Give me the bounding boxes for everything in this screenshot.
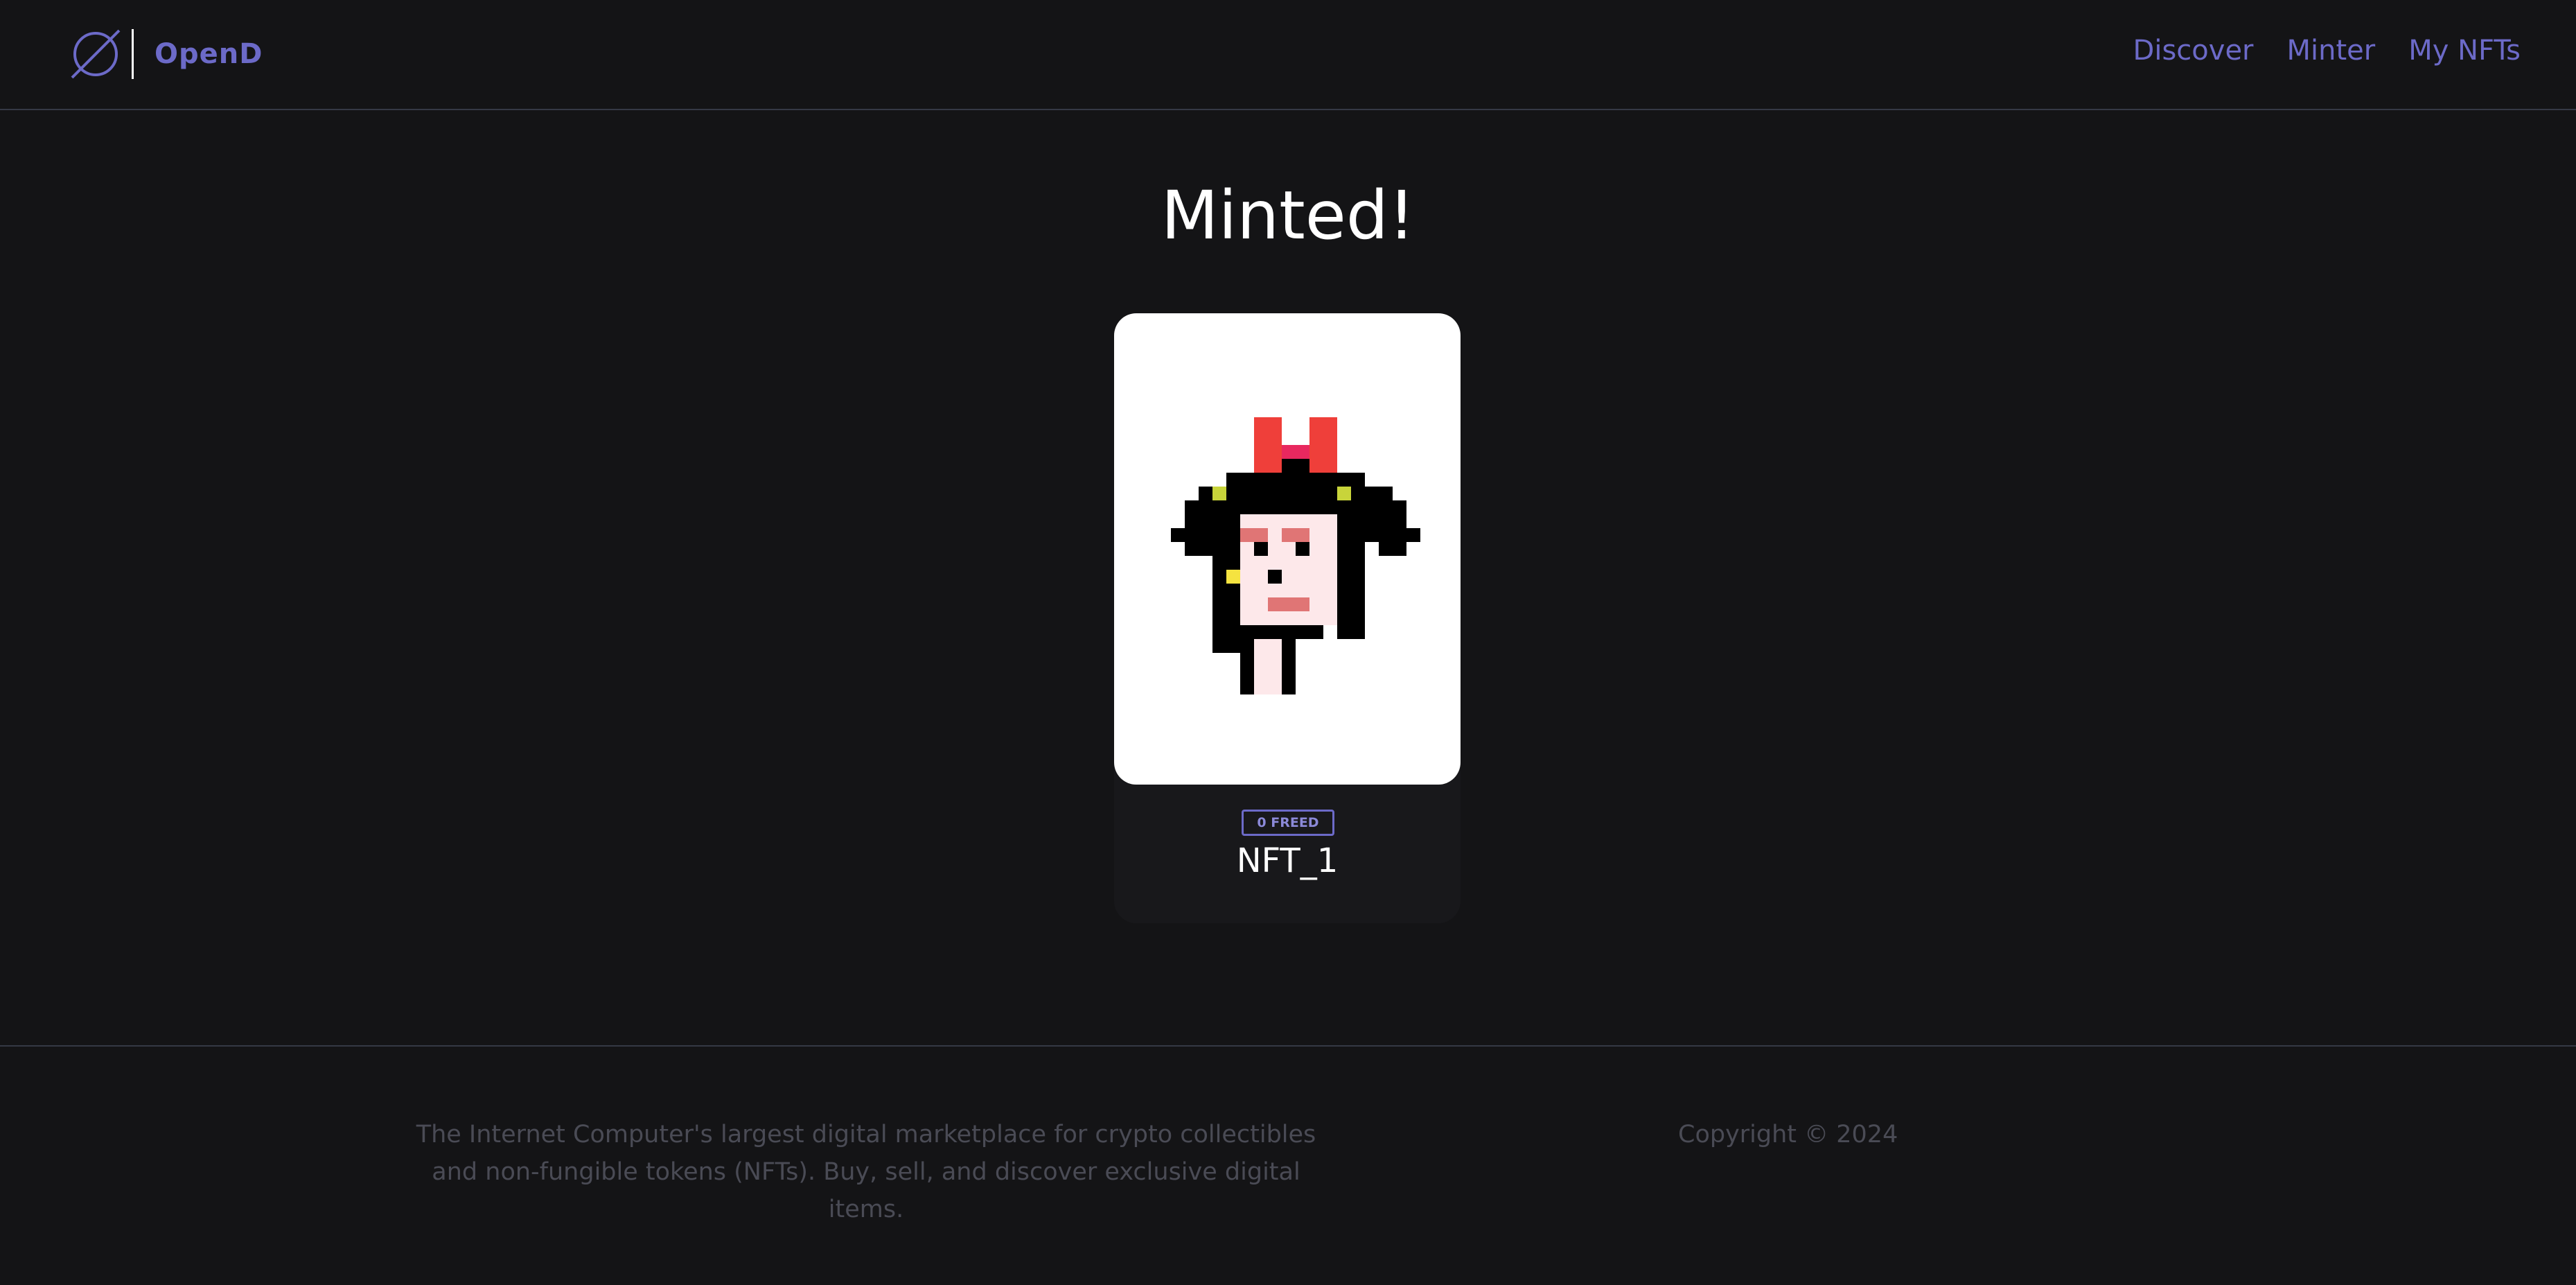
nft-image-frame <box>1114 313 1461 785</box>
footer: The Internet Computer's largest digital … <box>0 1045 2576 1285</box>
nft-image <box>1171 417 1420 694</box>
footer-copyright: Copyright © 2024 <box>1678 1121 1898 1148</box>
planet-icon <box>71 29 121 79</box>
status-badge: 0 FREED <box>1242 810 1334 836</box>
nav-link-my-nfts[interactable]: My NFTs <box>2408 35 2521 67</box>
main-nav: Discover Minter My NFTs <box>2133 35 2521 67</box>
nft-name: NFT_1 <box>1236 841 1339 880</box>
nav-link-minter[interactable]: Minter <box>2287 35 2376 67</box>
top-nav-bar: OpenD Discover Minter My NFTs <box>0 0 2576 110</box>
brand-logo[interactable]: OpenD <box>67 25 263 83</box>
brand-name: OpenD <box>155 38 263 70</box>
logo-divider <box>132 29 134 79</box>
nft-card[interactable]: 0 FREED NFT_1 <box>1114 313 1461 923</box>
footer-description: The Internet Computer's largest digital … <box>416 1121 1316 1223</box>
nav-link-discover[interactable]: Discover <box>2133 35 2254 67</box>
page-title: Minted! <box>1161 177 1415 254</box>
